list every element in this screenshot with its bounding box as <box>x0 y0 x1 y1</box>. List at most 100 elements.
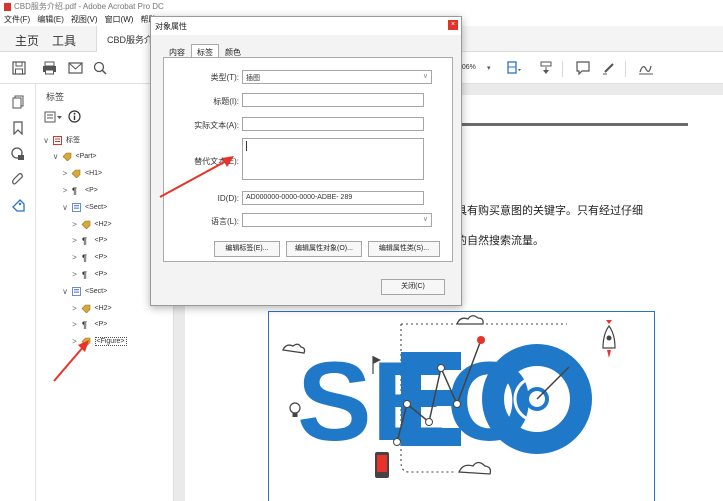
options-menu-icon[interactable] <box>44 111 64 125</box>
chevron-down-icon[interactable]: ∨ <box>61 287 69 296</box>
tree-item-label: <Figure> <box>94 337 127 347</box>
type-label: 类型(T): <box>210 73 239 82</box>
tree-item-label: <P> <box>85 186 98 194</box>
type-select-value: 插图 <box>246 75 260 82</box>
document-text-line: 具有购买意图的关键字。只有经过仔细 <box>456 205 643 217</box>
comment-icon[interactable] <box>574 59 592 77</box>
tab-tools[interactable]: 工具 <box>52 32 76 49</box>
highlight-pen-icon[interactable] <box>600 59 618 77</box>
id-label: ID(D): <box>217 194 239 203</box>
close-button[interactable]: 关闭(C) <box>381 279 445 295</box>
tree-item-label: <P> <box>94 237 108 245</box>
chevron-down-icon[interactable]: ∨ <box>42 136 50 145</box>
tags-icon[interactable] <box>10 198 26 214</box>
svg-text:¶: ¶ <box>82 253 87 262</box>
chevron-down-icon[interactable]: ∨ <box>52 152 60 161</box>
tree-item[interactable]: > ¶ <P> <box>71 252 108 264</box>
edit-attribute-classes-button[interactable]: 编辑属性类(S)... <box>368 241 440 257</box>
chevron-right-icon[interactable]: > <box>71 220 79 229</box>
edit-attribute-objects-button[interactable]: 编辑属性对象(O)... <box>286 241 362 257</box>
seo-letter-e <box>401 352 461 446</box>
heading-rule <box>456 123 688 126</box>
id-input[interactable]: AD000000-0000-0000-ADBE- 289 <box>242 191 424 205</box>
security-icon[interactable] <box>10 146 26 162</box>
paragraph-icon: ¶ <box>71 185 81 195</box>
tree-item[interactable]: ∨ <Part> <box>52 151 97 163</box>
dialog-body: 类型(T): 插图 ∨ 标题(I): 实际文本(A): 替代文本(E): ID(… <box>163 57 453 262</box>
tag-icon <box>81 303 91 313</box>
tag-icon <box>71 169 81 179</box>
edit-tag-button[interactable]: 编辑标签(E)... <box>214 241 280 257</box>
tree-item[interactable]: > <Figure> <box>71 336 127 348</box>
info-icon[interactable] <box>68 110 81 125</box>
svg-text:¶: ¶ <box>72 186 77 195</box>
title-label: 标题(I): <box>213 97 239 106</box>
section-icon <box>71 202 81 212</box>
panel-title: 标签 <box>46 92 65 102</box>
tree-item[interactable]: > <H2> <box>71 302 112 314</box>
tag-icon <box>81 219 91 229</box>
language-label: 语言(L): <box>211 217 239 226</box>
menu-window[interactable]: 窗口(W) <box>105 14 134 25</box>
tree-item[interactable]: > <H2> <box>71 218 112 230</box>
attachment-icon[interactable] <box>10 172 26 188</box>
pages-icon[interactable] <box>10 94 26 110</box>
chevron-down-icon: ∨ <box>422 73 428 80</box>
tree-item-label: 标签 <box>66 137 80 144</box>
chevron-right-icon[interactable]: > <box>61 186 69 195</box>
chevron-down-icon[interactable]: ∨ <box>61 203 69 212</box>
email-icon[interactable] <box>66 59 84 77</box>
tree-item[interactable]: > ¶ <P> <box>71 268 107 280</box>
alt-text-input[interactable] <box>242 138 424 180</box>
alt-text-label: 替代文本(E): <box>194 157 239 166</box>
toolbar-separator <box>625 61 626 77</box>
save-icon[interactable] <box>10 59 28 77</box>
chevron-right-icon[interactable]: > <box>71 337 79 346</box>
tags-root-icon <box>52 135 62 145</box>
title-input[interactable] <box>242 93 424 107</box>
toolbar-separator <box>562 61 563 77</box>
tree-item-label: <P> <box>94 254 108 262</box>
chevron-right-icon[interactable]: > <box>71 320 79 329</box>
chevron-right-icon[interactable]: > <box>61 169 69 178</box>
scroll-mode-icon[interactable] <box>537 59 555 77</box>
dialog-title-bar: 对象属性 × <box>151 17 461 35</box>
actual-text-input[interactable] <box>242 117 424 131</box>
fit-page-icon[interactable] <box>505 59 523 77</box>
tab-home[interactable]: 主页 <box>15 32 39 49</box>
search-icon[interactable] <box>91 59 109 77</box>
menu-view[interactable]: 视图(V) <box>71 14 98 25</box>
tree-item[interactable]: > ¶ <P> <box>71 319 107 331</box>
print-icon[interactable] <box>40 59 58 77</box>
sign-icon[interactable] <box>637 59 655 77</box>
bookmark-icon[interactable] <box>10 120 26 136</box>
menu-file[interactable]: 文件(F) <box>4 14 30 25</box>
cloud-icon <box>458 461 492 475</box>
tree-item-label: <Sect> <box>85 287 108 295</box>
dialog-title: 对象属性 <box>155 22 187 31</box>
tab-tag[interactable]: 标签 <box>191 44 219 58</box>
chevron-right-icon[interactable]: > <box>71 236 79 245</box>
tree-item[interactable]: > ¶ <P> <box>71 235 108 247</box>
tree-item-label: <H1> <box>85 170 103 178</box>
tree-item-label: <H2> <box>94 220 112 228</box>
tree-item[interactable]: ∨ 标签 <box>42 134 80 146</box>
chevron-right-icon[interactable]: > <box>71 304 79 313</box>
tab-content[interactable]: 内容 <box>163 44 191 58</box>
type-select[interactable]: 插图 ∨ <box>242 70 432 84</box>
phone-icon <box>375 452 389 478</box>
tree-item[interactable]: ∨ <Sect> <box>61 285 107 297</box>
menu-edit[interactable]: 编辑(E) <box>37 14 64 25</box>
close-icon[interactable]: × <box>448 20 458 30</box>
tree-item-label: <Part> <box>75 153 97 161</box>
tree-item[interactable]: ∨ <Sect> <box>61 201 107 213</box>
chevron-right-icon[interactable]: > <box>71 253 79 262</box>
chevron-right-icon[interactable]: > <box>71 270 79 279</box>
tree-item[interactable]: > ¶ <P> <box>61 184 98 196</box>
chevron-down-icon[interactable]: ▾ <box>487 64 491 72</box>
tab-color[interactable]: 颜色 <box>219 44 247 58</box>
tree-item-label: <Sect> <box>85 203 108 211</box>
paragraph-icon: ¶ <box>81 320 91 330</box>
tree-item[interactable]: > <H1> <box>61 168 102 180</box>
language-select[interactable]: ∨ <box>242 213 432 227</box>
